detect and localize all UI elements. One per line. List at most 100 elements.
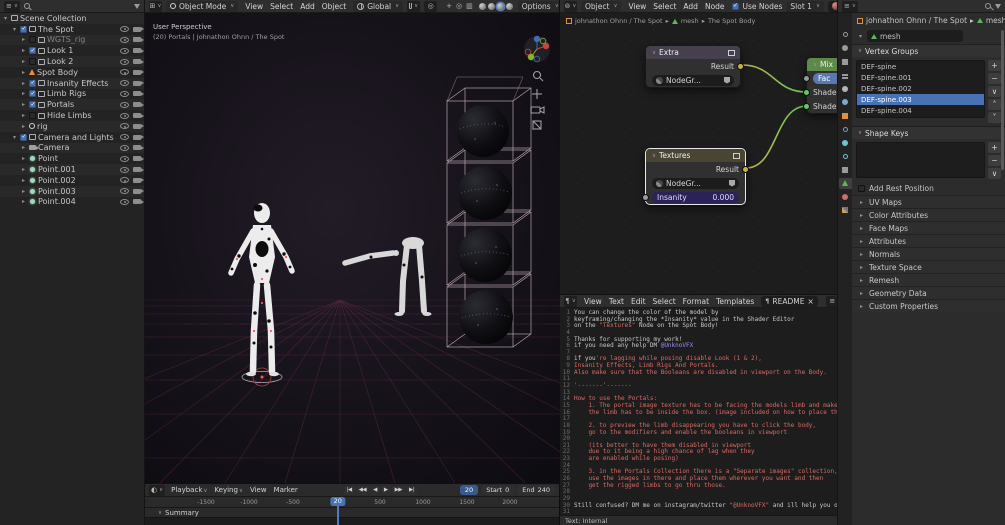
hide-in-viewport-icon[interactable] — [120, 36, 129, 43]
disable-in-renders-icon[interactable] — [133, 167, 144, 173]
search-icon[interactable] — [23, 3, 30, 9]
snap-toggle[interactable]: ∨ — [407, 0, 421, 12]
disclosure-toggle[interactable]: ▸ — [20, 90, 27, 97]
outliner-row-hide-limbs[interactable]: ▸ Hide Limbs — [0, 110, 144, 121]
move-up-button[interactable]: ˄ — [988, 99, 1001, 110]
search-icon[interactable] — [985, 3, 991, 9]
play-button[interactable]: ▶ — [380, 485, 391, 495]
insanity-input-socket[interactable] — [642, 193, 649, 201]
result-output-socket[interactable] — [737, 62, 744, 70]
disclosure-toggle[interactable]: ▸ — [20, 177, 27, 184]
menu-object[interactable]: Object — [319, 1, 349, 12]
disclosure-toggle[interactable]: ▸ — [20, 58, 27, 65]
disclosure-toggle[interactable]: ▸ — [20, 80, 27, 87]
outliner-row-point-003[interactable]: ▸ Point.003 — [0, 186, 144, 197]
outliner-row-spot-body[interactable]: ▸ Spot Body — [0, 67, 144, 78]
disable-in-renders-icon[interactable] — [133, 59, 144, 65]
outliner-row-point[interactable]: ▸ Point — [0, 153, 144, 164]
node-textures[interactable]: ∨ Textures Result NodeGr... Insanity 0.0… — [642, 148, 749, 205]
panel-vertex-groups[interactable]: ∨ Vertex Groups — [852, 44, 1005, 57]
shape-key-specials-button[interactable]: ∨ — [988, 168, 1001, 179]
disclosure-toggle[interactable]: ▸ — [20, 188, 27, 195]
collapse-caret[interactable]: ∨ — [652, 50, 656, 56]
outliner-row-camera[interactable]: ▸ Camera — [0, 143, 144, 154]
disable-in-renders-icon[interactable] — [133, 102, 144, 108]
node-extra-header[interactable]: ∨ Extra — [646, 46, 740, 59]
text-line[interactable]: 6 if you need any help DM @UnknoVFX — [560, 343, 837, 350]
menu-templates[interactable]: Templates — [713, 296, 757, 307]
node-textures-header[interactable]: ∨ Textures — [646, 149, 745, 162]
text-line[interactable]: 27 get the rigged limbs to go thru those… — [560, 482, 837, 490]
panel-shape-keys[interactable]: ∨ Shape Keys — [852, 126, 1005, 139]
use-nodes-checkbox[interactable] — [731, 2, 739, 10]
tab-render[interactable] — [839, 43, 852, 54]
menu-marker[interactable]: Marker — [271, 485, 301, 495]
collection-checkbox[interactable] — [20, 133, 27, 141]
tab-view-layer[interactable] — [839, 70, 852, 81]
hide-in-viewport-icon[interactable] — [120, 166, 129, 173]
remove-vertex-group-button[interactable]: − — [988, 73, 1001, 84]
menu-text[interactable]: Text — [606, 296, 627, 307]
tab-object[interactable] — [839, 110, 852, 121]
outliner-row-look-1[interactable]: ▸ Look 1 — [0, 45, 144, 56]
panel-attributes[interactable]: ▸ Attributes — [852, 234, 1005, 247]
text-line[interactable]: 28 — [560, 489, 837, 496]
text-line[interactable]: 10 Also make sure that the Booleans are d… — [560, 369, 837, 377]
outliner-row-point-001[interactable]: ▸ Point.001 — [0, 164, 144, 175]
menu-add[interactable]: Add — [680, 1, 701, 12]
add-rest-position-checkbox[interactable] — [858, 185, 865, 192]
menu-keying[interactable]: Keying∨ — [211, 485, 246, 495]
collection-checkbox[interactable] — [20, 25, 27, 33]
collection-checkbox[interactable] — [29, 112, 36, 120]
disclosure-toggle[interactable]: ▸ — [20, 101, 27, 108]
node-mix[interactable]: ∨ Mix Fac Shader Shader — [803, 57, 837, 114]
disclosure-toggle[interactable]: ▸ — [20, 123, 27, 130]
tab-scene[interactable] — [839, 83, 852, 94]
panel-uv-maps[interactable]: ▸ UV Maps — [852, 195, 1005, 208]
toggle-xray-icon[interactable]: ▥ — [465, 2, 474, 10]
menu-view[interactable]: View — [247, 485, 270, 495]
timeline-playhead[interactable]: 20 — [330, 497, 346, 525]
panel-normals[interactable]: ▸ Normals — [852, 247, 1005, 260]
add-vertex-group-button[interactable]: + — [988, 60, 1001, 71]
disable-in-renders-icon[interactable] — [133, 156, 144, 162]
outliner-row-insanity-effects[interactable]: ▸ Insanity Effects — [0, 78, 144, 89]
text-line[interactable]: 3 on the "Textures" Node on the Spot Body… — [560, 323, 837, 330]
disclosure-toggle[interactable]: ▸ — [20, 112, 27, 119]
shader-input-socket-1[interactable] — [803, 88, 810, 96]
tab-object-constraints[interactable] — [839, 164, 852, 175]
disable-in-renders-icon[interactable] — [133, 26, 144, 32]
outliner-row-the-spot[interactable]: ▾ The Spot — [0, 24, 144, 35]
collection-checkbox[interactable] — [29, 58, 36, 66]
insanity-value-field[interactable]: Insanity 0.000 — [652, 191, 739, 203]
text-line[interactable]: 19 go to the modifiers and enable the bo… — [560, 429, 837, 437]
breadcrumb-object[interactable]: johnathon Ohnn / The Spot — [866, 16, 967, 25]
collapse-caret[interactable]: ∨ — [652, 153, 656, 159]
hide-in-viewport-icon[interactable] — [120, 112, 129, 119]
disable-in-renders-icon[interactable] — [133, 69, 144, 75]
vertex-group-def-spine[interactable]: DEF-spine — [857, 61, 984, 72]
text-line[interactable]: 16 the limb has to be inside the box. (i… — [560, 409, 837, 417]
outliner-row-portals[interactable]: ▸ Portals — [0, 99, 144, 110]
fake-user-shield-icon[interactable] — [729, 179, 735, 187]
disable-in-renders-icon[interactable] — [133, 188, 144, 194]
shading-solid-icon[interactable] — [487, 2, 495, 10]
add-shape-key-button[interactable]: + — [988, 142, 1001, 153]
menu-view[interactable]: View — [625, 1, 649, 12]
shading-wireframe-icon[interactable] — [478, 2, 486, 10]
options-dropdown[interactable]: Options ∨ — [517, 0, 559, 12]
fac-value-field[interactable]: Fac — [813, 72, 837, 84]
disable-in-renders-icon[interactable] — [133, 177, 144, 183]
frame-end-field[interactable]: End 240 — [517, 485, 555, 495]
current-frame-field[interactable]: 20 — [459, 485, 479, 495]
menu-format[interactable]: Format — [680, 296, 712, 307]
tab-modifiers[interactable] — [839, 124, 852, 135]
timeline-channels[interactable]: ∨ Summary — [145, 508, 559, 525]
text-line[interactable]: 30 Still confused? DM me on instagram/twi… — [560, 502, 837, 510]
editor-type-selector[interactable]: ≡ ∨ — [4, 0, 20, 12]
panel-remesh[interactable]: ▸ Remesh — [852, 273, 1005, 286]
hide-in-viewport-icon[interactable] — [120, 47, 129, 54]
hide-in-viewport-icon[interactable] — [120, 123, 129, 130]
hide-in-viewport-icon[interactable] — [120, 69, 129, 76]
navigation-gizmo[interactable] — [524, 35, 550, 63]
